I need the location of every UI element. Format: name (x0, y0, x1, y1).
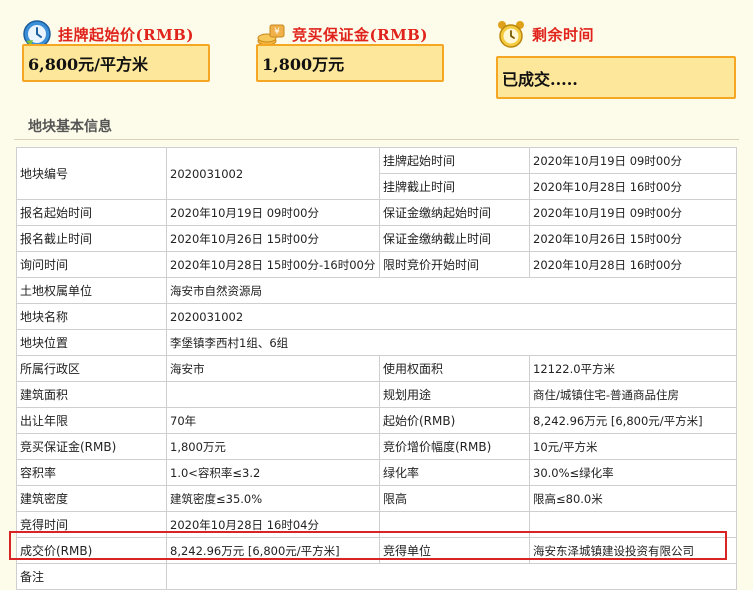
limit-label: 限时竞价开始时间 (379, 251, 530, 278)
location-value: 李堡镇李西村1组、6组 (166, 329, 737, 356)
increment-value: 10元/平方米 (529, 433, 737, 460)
list-end-value: 2020年10月28日 16时00分 (529, 173, 737, 200)
start-price-label: 起始价(RMB) (379, 407, 530, 434)
area-label: 使用权面积 (379, 355, 530, 382)
table-row: 询问时间 2020年10月28日 15时00分-16时00分 限时竞价开始时间 … (16, 251, 737, 278)
list-start-label: 挂牌起始时间 (379, 147, 530, 174)
usage-label: 规划用途 (379, 381, 530, 408)
dep-start-value: 2020年10月19日 09时00分 (529, 199, 737, 226)
inquiry-label: 询问时间 (16, 251, 167, 278)
build-area-label: 建筑面积 (16, 381, 167, 408)
term-label: 出让年限 (16, 407, 167, 434)
code-label: 地块编号 (16, 147, 167, 200)
table-row: 报名起始时间 2020年10月19日 09时00分 保证金缴纳起始时间 2020… (16, 199, 737, 226)
green-label: 绿化率 (379, 459, 530, 486)
name-value: 2020031002 (166, 303, 737, 330)
reg-start-label: 报名起始时间 (16, 199, 167, 226)
term-value: 70年 (166, 407, 380, 434)
table-row: 竞得时间 2020年10月28日 16时04分 (16, 511, 737, 538)
section-title: 地块基本信息 (28, 119, 112, 135)
won-time-label: 竞得时间 (16, 511, 167, 538)
build-area-value (166, 381, 380, 408)
winner-label: 竞得单位 (379, 537, 530, 564)
deal-price-value: 8,242.96万元 [6,800元/平方米] (166, 537, 380, 564)
table-row: 土地权属单位 海安市自然资源局 (16, 277, 737, 304)
reg-end-label: 报名截止时间 (16, 225, 167, 252)
dep-end-label: 保证金缴纳截止时间 (379, 225, 530, 252)
deposit-box: 1,800万元 (256, 44, 444, 82)
table-row: 地块名称 2020031002 (16, 303, 737, 330)
parcel-info-table: 地块编号 2020031002 挂牌起始时间 2020年10月19日 09时00… (16, 147, 737, 590)
table-row: 建筑面积 规划用途 商住/城镇住宅-普通商品住房 (16, 381, 737, 408)
dep-end-value: 2020年10月26日 15时00分 (529, 225, 737, 252)
table-row: 地块位置 李堡镇李西村1组、6组 (16, 329, 737, 356)
alarm-clock-icon (496, 19, 526, 49)
density-label: 建筑密度 (16, 485, 167, 512)
far-label: 容积率 (16, 459, 167, 486)
increment-label: 竞价增价幅度(RMB) (379, 433, 530, 460)
start-price-box: 6,800元/平方米 (22, 44, 210, 82)
deposit-title: 竞买保证金(RMB) (292, 25, 428, 44)
deal-price-label: 成交价(RMB) (16, 537, 167, 564)
start-price-title: 挂牌起始价(RMB) (58, 25, 194, 44)
empty-cell (529, 511, 737, 538)
dep-start-label: 保证金缴纳起始时间 (379, 199, 530, 226)
table-row: 出让年限 70年 起始价(RMB) 8,242.96万元 [6,800元/平方米… (16, 407, 737, 434)
remaining-time-stat: 剩余时间 (496, 14, 594, 54)
table-row: 地块编号 2020031002 挂牌起始时间 2020年10月19日 09时00… (16, 147, 737, 200)
svg-text:¥: ¥ (274, 27, 280, 37)
inquiry-value: 2020年10月28日 15时00分-16时00分 (166, 251, 380, 278)
table-row: 报名截止时间 2020年10月26日 15时00分 保证金缴纳截止时间 2020… (16, 225, 737, 252)
location-label: 地块位置 (16, 329, 167, 356)
district-value: 海安市 (166, 355, 380, 382)
remark-value (166, 563, 737, 590)
owner-label: 土地权属单位 (16, 277, 167, 304)
start-price-value-cell: 8,242.96万元 [6,800元/平方米] (529, 407, 737, 434)
won-time-value: 2020年10月28日 16时04分 (166, 511, 380, 538)
height-label: 限高 (379, 485, 530, 512)
deposit-value: 1,800万元 (262, 55, 345, 74)
name-label: 地块名称 (16, 303, 167, 330)
table-row: 所属行政区 海安市 使用权面积 12122.0平方米 (16, 355, 737, 382)
winner-value: 海安东泽城镇建设投资有限公司 (529, 537, 737, 564)
far-value: 1.0<容积率≤3.2 (166, 459, 380, 486)
remaining-time-title: 剩余时间 (532, 25, 595, 44)
remaining-time-box: 已成交..... (496, 56, 736, 99)
usage-value: 商住/城镇住宅-普通商品住房 (529, 381, 737, 408)
deposit-label: 竞买保证金(RMB) (16, 433, 167, 460)
district-label: 所属行政区 (16, 355, 167, 382)
list-start-value: 2020年10月19日 09时00分 (529, 147, 737, 174)
height-value: 限高≤80.0米 (529, 485, 737, 512)
code-value: 2020031002 (166, 147, 380, 200)
empty-cell (379, 511, 530, 538)
reg-end-value: 2020年10月26日 15时00分 (166, 225, 380, 252)
owner-value: 海安市自然资源局 (166, 277, 737, 304)
table-row: 成交价(RMB) 8,242.96万元 [6,800元/平方米] 竞得单位 海安… (16, 537, 737, 564)
table-row: 备注 (16, 563, 737, 590)
limit-value: 2020年10月28日 16时00分 (529, 251, 737, 278)
remaining-time-value: 已成交..... (502, 69, 578, 89)
green-value: 30.0%≤绿化率 (529, 459, 737, 486)
density-value: 建筑密度≤35.0% (166, 485, 380, 512)
section-divider (14, 139, 739, 140)
start-price-value: 6,800元/平方米 (28, 55, 148, 74)
area-value: 12122.0平方米 (529, 355, 737, 382)
list-end-label: 挂牌截止时间 (379, 173, 530, 200)
remark-label: 备注 (16, 563, 167, 590)
table-row: 容积率 1.0<容积率≤3.2 绿化率 30.0%≤绿化率 (16, 459, 737, 486)
table-row: 建筑密度 建筑密度≤35.0% 限高 限高≤80.0米 (16, 485, 737, 512)
deposit-value-cell: 1,800万元 (166, 433, 380, 460)
reg-start-value: 2020年10月19日 09时00分 (166, 199, 380, 226)
table-row: 竞买保证金(RMB) 1,800万元 竞价增价幅度(RMB) 10元/平方米 (16, 433, 737, 460)
